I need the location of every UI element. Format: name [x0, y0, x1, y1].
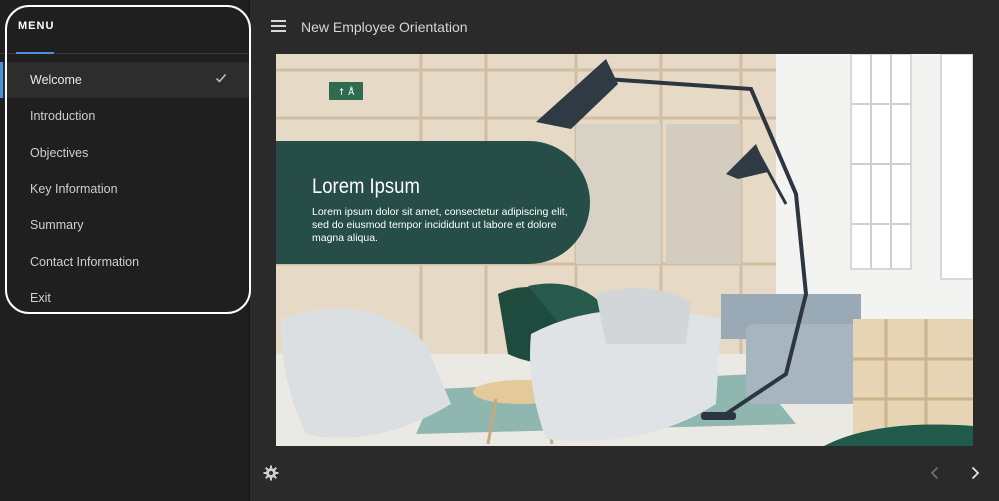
- chevron-left-icon[interactable]: [927, 465, 943, 481]
- sidebar-menu: MENU Welcome Introduction Objectives Key…: [0, 0, 251, 501]
- chevron-right-icon[interactable]: [967, 465, 983, 481]
- menu-item-label: Summary: [30, 218, 84, 233]
- menu-item-label: Objectives: [30, 145, 89, 160]
- menu-header: MENU: [0, 0, 249, 54]
- caption-text: Lorem ipsum dolor sit amet, consectetur …: [312, 206, 568, 244]
- checkmark-icon: [215, 73, 227, 83]
- menu-item-label: Exit: [30, 290, 51, 305]
- menu-item-label: Contact Information: [30, 254, 140, 269]
- hamburger-menu-icon[interactable]: [271, 20, 286, 32]
- menu-item-introduction[interactable]: Introduction: [0, 98, 249, 134]
- slide-content: ↑ Å̂ Lorem Ipsum Lorem ipsum dolor sit a…: [276, 54, 973, 446]
- menu-item-label: Introduction: [30, 109, 96, 124]
- menu-item-contact-information[interactable]: Contact Information: [0, 243, 249, 279]
- menu-item-summary[interactable]: Summary: [0, 207, 249, 243]
- course-title: New Employee Orientation: [301, 19, 468, 35]
- menu-title: MENU: [18, 20, 55, 32]
- menu-item-welcome[interactable]: Welcome: [0, 62, 249, 99]
- menu-list: Welcome Introduction Objectives Key Info…: [0, 62, 249, 316]
- caption-title: Lorem Ipsum: [312, 175, 420, 198]
- menu-item-exit[interactable]: Exit: [0, 280, 249, 316]
- gear-icon[interactable]: [263, 465, 279, 481]
- menu-item-label: Welcome: [30, 73, 82, 88]
- top-bar: New Employee Orientation: [250, 0, 999, 54]
- caption-box: Lorem Ipsum Lorem ipsum dolor sit amet, …: [276, 141, 590, 264]
- menu-title-underline: [16, 52, 54, 54]
- menu-item-key-information[interactable]: Key Information: [0, 171, 249, 207]
- svg-text:↑ Å̂: ↑ Å̂: [338, 86, 355, 98]
- menu-item-objectives[interactable]: Objectives: [0, 135, 249, 171]
- menu-item-label: Key Information: [30, 182, 118, 197]
